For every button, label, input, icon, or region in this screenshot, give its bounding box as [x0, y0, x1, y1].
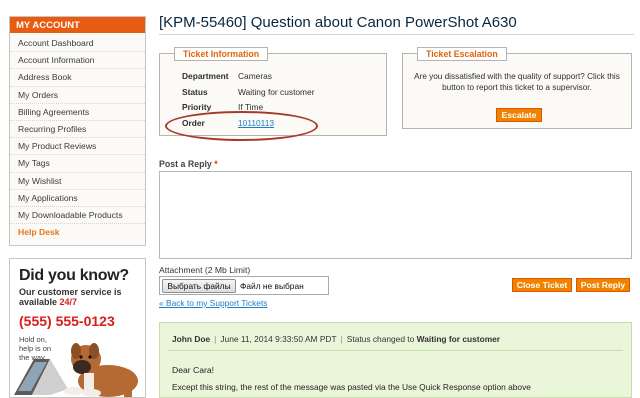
ticket-escalation-box: Ticket Escalation Are you dissatisfied w…	[402, 47, 632, 129]
escalate-button[interactable]: Escalate	[496, 108, 542, 122]
banner-line-2-prefix: available	[19, 297, 60, 307]
sidebar-item-billing-agreements[interactable]: Billing Agreements	[10, 104, 145, 121]
post-reply-label: Post a Reply *	[159, 159, 218, 169]
page-title: [KPM-55460] Question about Canon PowerSh…	[159, 14, 517, 31]
message-date: June 11, 2014 9:33:50 AM PDT	[220, 334, 337, 344]
info-row-department: Department Cameras	[182, 71, 272, 81]
message-header: John Doe | June 11, 2014 9:33:50 AM PDT | St…	[172, 334, 500, 344]
separator: |	[214, 334, 217, 344]
sidebar-nav: Account Dashboard Account Information Ad…	[10, 33, 145, 245]
support-phone: (555) 555-0123	[19, 313, 115, 329]
order-highlight-circle	[165, 111, 318, 141]
ticket-information-legend: Ticket Information	[174, 47, 269, 61]
status-change-prefix: Status changed to	[346, 334, 415, 344]
info-key: Department	[182, 71, 229, 81]
separator: |	[340, 334, 343, 344]
banner-subtitle: Our customer service is available 24/7	[19, 287, 129, 307]
banner-line-2-highlight: 24/7	[59, 297, 78, 307]
file-status: Файл не выбран	[240, 281, 304, 291]
sidebar-item-my-tags[interactable]: My Tags	[10, 155, 145, 173]
banner-title: Did you know?	[19, 267, 129, 284]
sidebar-item-help-desk: Help Desk	[18, 227, 60, 238]
did-you-know-banner[interactable]: Did you know? Our customer service is av…	[9, 258, 146, 398]
message-divider	[168, 350, 623, 351]
sidebar-item-account-dashboard[interactable]: Account Dashboard	[10, 35, 145, 53]
sidebar-item-my-wishlist[interactable]: My Wishlist	[10, 173, 145, 190]
sidebar-item-my-product-reviews[interactable]: My Product Reviews	[10, 138, 145, 156]
dog-with-laptop-illustration	[14, 343, 138, 397]
sidebar-item-recurring-profiles[interactable]: Recurring Profiles	[10, 121, 145, 139]
close-ticket-button[interactable]: Close Ticket	[512, 278, 572, 292]
message-body: Except this string, the rest of the mess…	[172, 382, 531, 392]
reply-textarea[interactable]	[159, 171, 632, 259]
back-to-tickets-link[interactable]: « Back to my Support Tickets	[159, 298, 267, 308]
choose-files-button[interactable]: Выбрать файлы	[162, 279, 236, 293]
sidebar-title: MY ACCOUNT	[10, 17, 145, 33]
sidebar-item-my-applications[interactable]: My Applications	[10, 190, 145, 207]
status-change-value: Waiting for customer	[416, 334, 501, 344]
ticket-escalation-legend: Ticket Escalation	[417, 47, 507, 61]
info-value-status: Waiting for customer	[238, 87, 315, 97]
sidebar-item-my-orders[interactable]: My Orders	[10, 87, 145, 104]
message-greeting: Dear Cara!	[172, 365, 215, 375]
sidebar-item-address-book[interactable]: Address Book	[10, 69, 145, 87]
info-key: Status	[182, 87, 208, 97]
info-row-status: Status Waiting for customer	[182, 87, 314, 97]
attachment-label: Attachment (2 Mb Limit)	[159, 265, 251, 275]
banner-line-1: Our customer service is	[19, 287, 122, 297]
account-sidebar: MY ACCOUNT Account Dashboard Account Inf…	[9, 16, 146, 247]
info-value-department: Cameras	[238, 71, 272, 81]
file-input[interactable]: Выбрать файлы Файл не выбран	[159, 276, 329, 295]
title-divider	[159, 34, 634, 35]
ticket-message: John Doe | June 11, 2014 9:33:50 AM PDT | St…	[159, 322, 632, 398]
sidebar-item-account-information[interactable]: Account Information	[10, 52, 145, 70]
sidebar-item-my-downloadable-products[interactable]: My Downloadable Products	[10, 207, 145, 225]
message-author: John Doe	[172, 334, 211, 344]
escalation-description: Are you dissatisfied with the quality of…	[414, 72, 620, 92]
post-reply-button[interactable]: Post Reply	[576, 278, 630, 292]
required-mark: *	[214, 159, 218, 169]
post-reply-label-text: Post a Reply	[159, 159, 212, 169]
